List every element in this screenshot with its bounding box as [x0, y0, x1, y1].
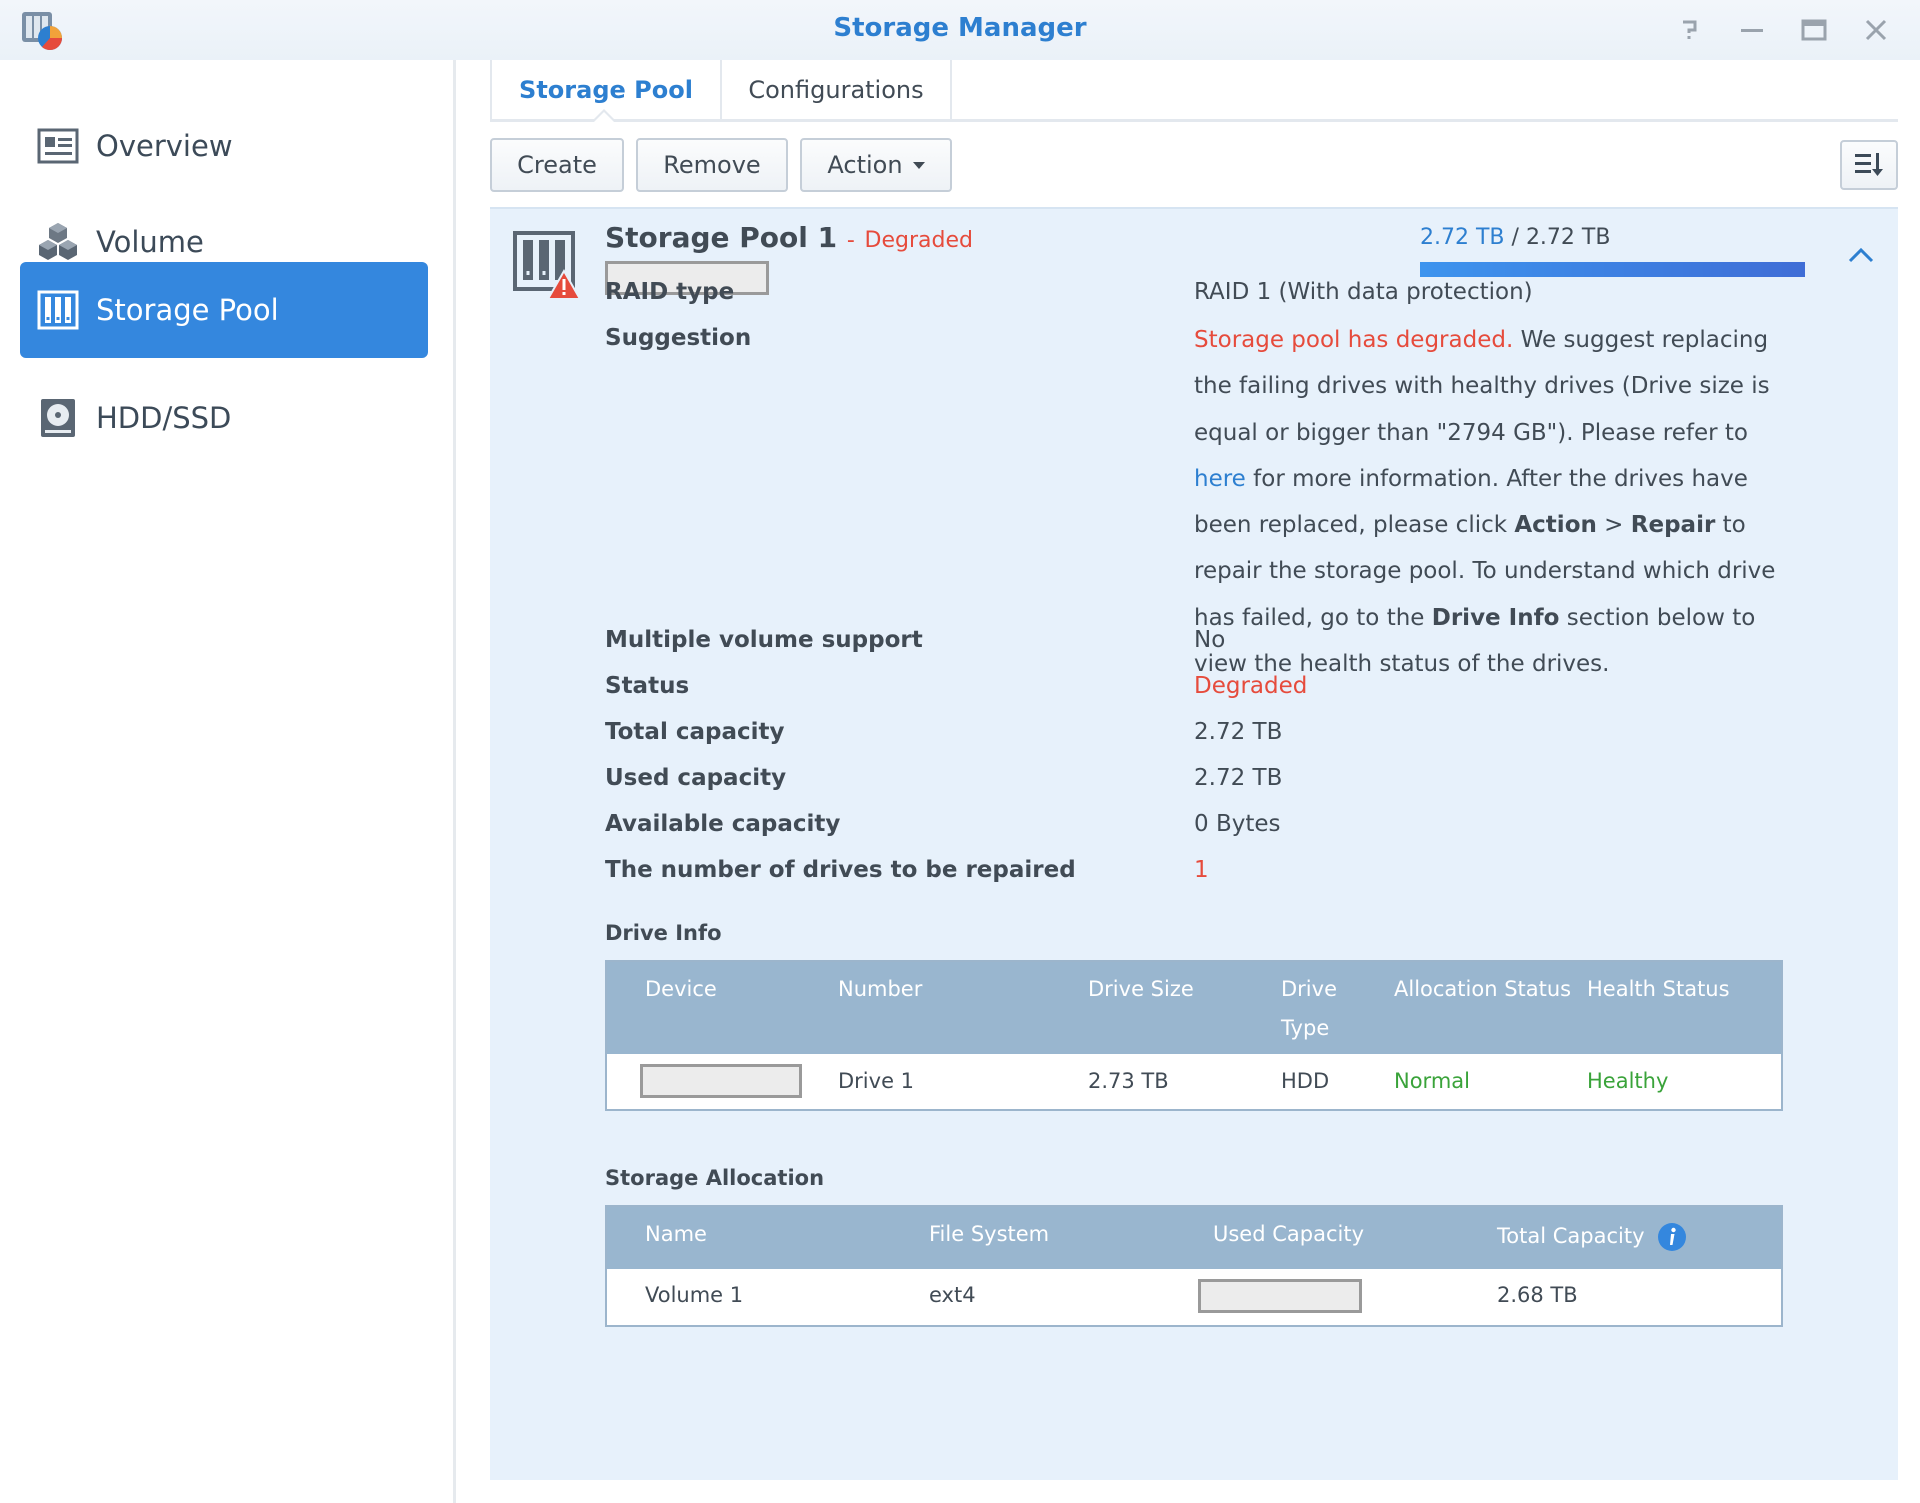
suggestion-warning: Storage pool has degraded. — [1194, 327, 1514, 353]
sort-button[interactable] — [1840, 140, 1898, 190]
create-button[interactable]: Create — [490, 138, 624, 192]
pool-used-size: 2.72 TB — [1420, 225, 1505, 250]
sidebar-item-storage-pool[interactable]: Storage Pool — [20, 262, 428, 358]
used-capacity-value: 2.72 TB — [1194, 765, 1283, 791]
info-icon[interactable] — [1657, 1222, 1687, 1252]
storage-manager-window: Storage Manager Overview Volume Storage … — [0, 0, 1920, 1503]
suggestion-drive-info-term: Drive Info — [1431, 604, 1560, 631]
pool-usage-text: 2.72 TB / 2.72 TB — [1420, 225, 1610, 250]
storage-pool-warning-icon — [513, 231, 582, 300]
sidebar: Overview Volume Storage Pool HDD/SSD — [0, 60, 456, 1503]
column-header-drive-type[interactable]: Type — [1281, 1016, 1329, 1040]
multiple-volume-label: Multiple volume support — [605, 627, 923, 653]
pool-title: Storage Pool 1 - Degraded — [605, 221, 973, 254]
title-bar[interactable]: Storage Manager — [0, 0, 1920, 60]
action-label: Action — [827, 151, 903, 179]
help-link[interactable]: here — [1194, 466, 1246, 492]
storage-allocation-title: Storage Allocation — [605, 1166, 825, 1190]
total-capacity-cell: 2.68 TB — [1497, 1283, 1578, 1307]
sidebar-item-label: Overview — [96, 129, 233, 163]
raid-type-label: RAID type — [605, 279, 735, 305]
column-header-number[interactable]: Number — [838, 977, 922, 1001]
help-icon[interactable] — [1674, 14, 1706, 46]
drives-to-repair-value: 1 — [1194, 857, 1209, 883]
chevron-up-icon[interactable] — [1846, 245, 1876, 265]
storage-pool-panel: Storage Pool 1 - Degraded 2.72 TB / 2.72… — [490, 207, 1898, 1480]
close-icon[interactable] — [1860, 14, 1892, 46]
drives-to-repair-label: The number of drives to be repaired — [605, 857, 1076, 883]
pool-usage-bar — [1420, 262, 1805, 277]
column-header-name[interactable]: Name — [645, 1222, 707, 1246]
status-label: Status — [605, 673, 690, 699]
column-header-drive-type[interactable]: Drive — [1281, 977, 1337, 1001]
column-header-file-system[interactable]: File System — [929, 1222, 1049, 1246]
tab-bar: Storage Pool Configurations — [490, 60, 1898, 123]
sort-icon — [1855, 153, 1883, 176]
column-header-total-capacity[interactable]: Total Capacity — [1497, 1222, 1687, 1252]
column-header-drive-size[interactable]: Drive Size — [1088, 977, 1194, 1001]
drive-number-cell: Drive 1 — [838, 1069, 915, 1093]
maximize-icon[interactable] — [1798, 14, 1830, 46]
health-status-cell: Healthy — [1587, 1069, 1669, 1093]
drive-type-cell: HDD — [1281, 1069, 1330, 1093]
pool-status-badge: Degraded — [864, 228, 973, 253]
pool-usage-fill — [1420, 262, 1805, 277]
minimize-icon[interactable] — [1736, 14, 1768, 46]
total-capacity-label: Total capacity — [605, 719, 785, 745]
hdd-icon — [41, 399, 75, 437]
redacted-used-capacity — [1198, 1279, 1362, 1313]
multiple-volume-value: No — [1194, 627, 1226, 653]
table-header: Device Number Drive Size Drive Type Allo… — [607, 962, 1781, 1054]
storage-pool-icon — [37, 290, 79, 330]
action-dropdown-button[interactable]: Action — [800, 138, 952, 192]
suggestion-label: Suggestion — [605, 325, 752, 351]
overview-icon — [37, 128, 79, 164]
column-header-device[interactable]: Device — [645, 977, 717, 1001]
remove-button[interactable]: Remove — [636, 138, 788, 192]
allocation-status-cell: Normal — [1394, 1069, 1470, 1093]
storage-allocation-table: Name File System Used Capacity Total Cap… — [605, 1205, 1783, 1327]
active-tab-indicator — [591, 109, 617, 123]
available-capacity-label: Available capacity — [605, 811, 841, 837]
drive-info-table: Device Number Drive Size Drive Type Allo… — [605, 960, 1783, 1111]
chevron-down-icon — [912, 161, 925, 169]
usage-separator: / — [1511, 225, 1519, 250]
volume-name-cell: Volume 1 — [645, 1283, 744, 1307]
used-capacity-label: Used capacity — [605, 765, 787, 791]
tab-configurations[interactable]: Configurations — [720, 60, 952, 119]
table-row[interactable]: Drive 1 2.73 TB HDD Normal Healthy — [607, 1054, 1781, 1109]
volume-cubes-icon — [39, 223, 77, 260]
column-header-allocation-status[interactable]: Allocation Status — [1394, 977, 1571, 1001]
sidebar-item-label: Storage Pool — [96, 293, 279, 327]
suggestion-repair-term: Repair — [1630, 512, 1716, 539]
sidebar-item-label: HDD/SSD — [96, 401, 232, 435]
sidebar-item-overview[interactable]: Overview — [20, 98, 428, 194]
drive-info-title: Drive Info — [605, 921, 722, 945]
pool-total-size: 2.72 TB — [1525, 225, 1611, 250]
raid-type-value: RAID 1 (With data protection) — [1194, 279, 1533, 305]
total-capacity-header-label: Total Capacity — [1497, 1224, 1645, 1248]
pool-name: Storage Pool 1 — [605, 221, 838, 254]
sidebar-item-hdd-ssd[interactable]: HDD/SSD — [20, 370, 428, 466]
pool-title-separator: - — [846, 228, 855, 253]
drive-size-cell: 2.73 TB — [1088, 1069, 1169, 1093]
file-system-cell: ext4 — [929, 1283, 976, 1307]
column-header-used-capacity[interactable]: Used Capacity — [1213, 1222, 1364, 1246]
total-capacity-value: 2.72 TB — [1194, 719, 1283, 745]
suggestion-arrow: > — [1596, 512, 1631, 539]
table-header: Name File System Used Capacity Total Cap… — [607, 1207, 1781, 1269]
redacted-device-name — [640, 1064, 802, 1098]
column-header-health-status[interactable]: Health Status — [1587, 977, 1730, 1001]
window-title: Storage Manager — [833, 13, 1087, 43]
status-value: Degraded — [1194, 673, 1308, 699]
suggestion-text: Storage pool has degraded. We suggest re… — [1194, 317, 1804, 687]
table-row[interactable]: Volume 1 ext4 2.68 TB — [607, 1269, 1781, 1325]
suggestion-action-term: Action — [1514, 512, 1597, 539]
sidebar-item-label: Volume — [96, 225, 204, 259]
available-capacity-value: 0 Bytes — [1194, 811, 1281, 837]
